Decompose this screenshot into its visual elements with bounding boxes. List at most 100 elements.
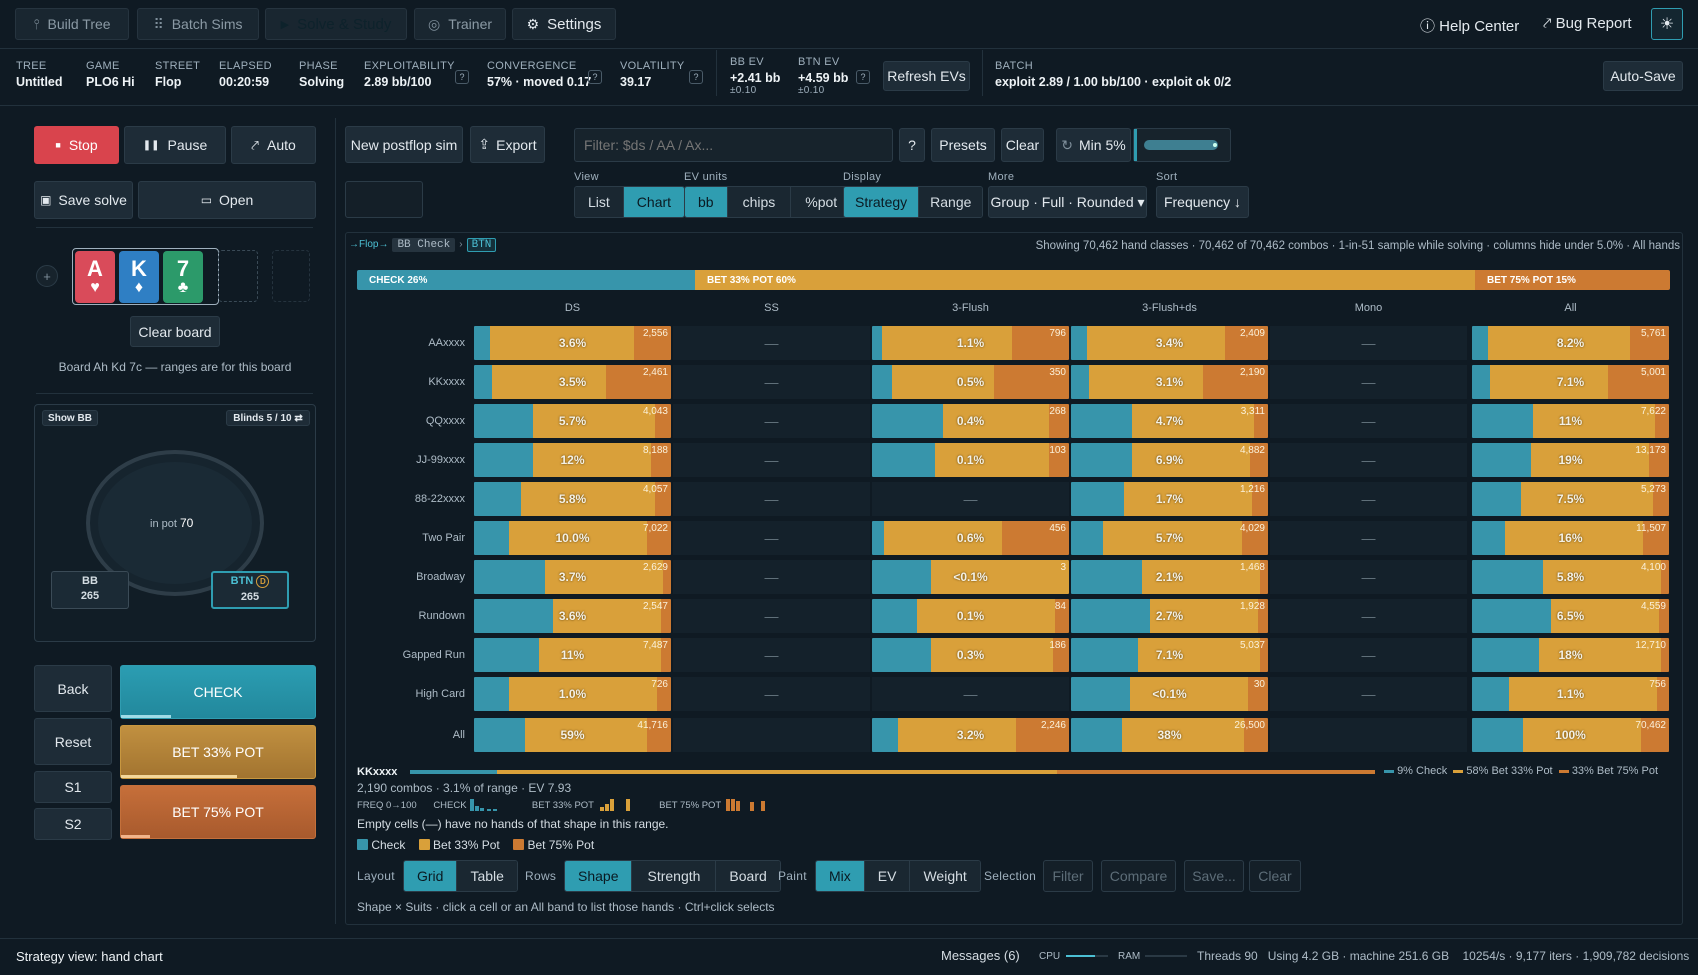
hand-cell[interactable]: 5.8% 4,100 [1472, 560, 1669, 594]
trainer-tab[interactable]: ◎ Trainer [414, 8, 506, 40]
hand-cell[interactable]: 0.1% 103 [872, 443, 1069, 477]
refresh-evs-button[interactable]: Refresh EVs [883, 61, 970, 91]
convergence-help-button[interactable]: ? [588, 70, 602, 84]
hand-cell[interactable]: 100% 70,462 [1472, 718, 1669, 752]
row-label[interactable]: Gapped Run [375, 649, 465, 661]
empty-card-slot[interactable] [272, 250, 310, 302]
hand-cell[interactable]: 12% 8,188 [474, 443, 671, 477]
hand-cell[interactable]: 5.8% 4,057 [474, 482, 671, 516]
empty-cell[interactable]: — [1270, 521, 1467, 555]
filter-help-button[interactable]: ? [899, 128, 925, 162]
hand-cell[interactable]: 6.5% 4,559 [1472, 599, 1669, 633]
empty-cell[interactable]: — [1270, 404, 1467, 438]
column-header[interactable]: Mono [1270, 302, 1467, 314]
solve-study-tab[interactable]: ▶ Solve & Study [265, 8, 407, 40]
blinds-button[interactable]: Blinds 5 / 10 ⇄ [226, 410, 310, 426]
hand-cell[interactable]: 10.0% 7,022 [474, 521, 671, 555]
rows-shape-option[interactable]: Shape [565, 861, 633, 891]
hand-cell[interactable]: 1.7% 1,216 [1071, 482, 1268, 516]
hand-cell[interactable]: 1.0% 726 [474, 677, 671, 711]
hand-cell[interactable]: 8.2% 5,761 [1472, 326, 1669, 360]
pause-button[interactable]: ❚❚ Pause [124, 126, 226, 164]
help-center-link[interactable]: ⓘ Help Center [1420, 15, 1519, 36]
rows-board-option[interactable]: Board [716, 861, 780, 891]
hand-cell[interactable]: 0.1% 84 [872, 599, 1069, 633]
clear-filter-button[interactable]: Clear [1001, 128, 1044, 162]
more-dropdown[interactable]: Group · Full · Rounded ▾ [988, 186, 1147, 218]
stop-button[interactable]: ■ Stop [34, 126, 119, 164]
new-postflop-sim-button[interactable]: New postflop sim [345, 126, 463, 163]
hand-cell[interactable]: <0.1% 3 [872, 560, 1069, 594]
column-header[interactable]: DS [474, 302, 671, 314]
selection-save-button[interactable]: Save... [1184, 860, 1244, 892]
check-action-button[interactable]: CHECK [120, 665, 316, 719]
hand-cell[interactable]: 4.7% 3,311 [1071, 404, 1268, 438]
hand-cell[interactable]: 3.4% 2,409 [1071, 326, 1268, 360]
hand-cell[interactable]: 5.7% 4,043 [474, 404, 671, 438]
column-header[interactable]: All [1472, 302, 1669, 314]
hand-cell[interactable]: 7.1% 5,001 [1472, 365, 1669, 399]
clear-board-button[interactable]: Clear board [130, 316, 220, 347]
s1-button[interactable]: S1 [34, 771, 112, 803]
row-label[interactable]: AAxxxx [375, 337, 465, 349]
hand-cell[interactable]: 11% 7,487 [474, 638, 671, 672]
hand-cell[interactable]: 3.2% 2,246 [872, 718, 1069, 752]
hand-cell[interactable]: 16% 11,507 [1472, 521, 1669, 555]
hand-cell[interactable]: 38% 26,500 [1071, 718, 1268, 752]
hand-cell[interactable]: 5.7% 4,029 [1071, 521, 1268, 555]
hand-cell[interactable]: 3.5% 2,461 [474, 365, 671, 399]
selection-filter-button[interactable]: Filter [1043, 860, 1093, 892]
show-bb-button[interactable]: Show BB [42, 410, 98, 426]
hand-cell[interactable]: 0.6% 456 [872, 521, 1069, 555]
layout-grid-option[interactable]: Grid [404, 861, 458, 891]
empty-cell[interactable]: — [872, 677, 1069, 711]
row-label[interactable]: JJ-99xxxx [375, 454, 465, 466]
hand-cell[interactable]: 3.1% 2,190 [1071, 365, 1268, 399]
display-range-option[interactable]: Range [919, 187, 983, 217]
empty-cell[interactable]: — [673, 404, 870, 438]
volatility-help-button[interactable]: ? [689, 70, 703, 84]
auto-save-button[interactable]: Auto-Save [1603, 61, 1683, 91]
hand-cell[interactable]: 1.1% 796 [872, 326, 1069, 360]
board-card[interactable]: 7 ♣ [163, 251, 203, 303]
empty-cell[interactable]: — [673, 521, 870, 555]
paint-ev-option[interactable]: EV [864, 861, 911, 891]
hand-cell[interactable]: 3.6% 2,547 [474, 599, 671, 633]
add-card-button[interactable]: + [36, 265, 58, 287]
empty-cell[interactable]: — [673, 326, 870, 360]
hand-cell[interactable]: 2.1% 1,468 [1071, 560, 1268, 594]
empty-cell[interactable]: — [1270, 326, 1467, 360]
row-label[interactable]: KKxxxx [375, 376, 465, 388]
paint-mix-option[interactable]: Mix [816, 861, 865, 891]
export-button[interactable]: ⇪ Export [470, 126, 545, 163]
bet-33-button[interactable]: BET 33% POT [120, 725, 316, 779]
min-threshold-button[interactable]: ↻ Min 5% [1056, 128, 1131, 162]
hand-cell[interactable]: <0.1% 30 [1071, 677, 1268, 711]
column-header[interactable]: 3-Flush [872, 302, 1069, 314]
hand-cell[interactable]: 1.1% 756 [1472, 677, 1669, 711]
empty-cell[interactable]: — [1270, 482, 1467, 516]
empty-cell[interactable]: — [1270, 599, 1467, 633]
bet-75-button[interactable]: BET 75% POT [120, 785, 316, 839]
hand-cell[interactable]: 19% 13,173 [1472, 443, 1669, 477]
ev-help-button[interactable]: ? [856, 70, 870, 84]
save-solve-button[interactable]: ▣ Save solve [34, 181, 133, 219]
empty-cell[interactable]: — [1270, 365, 1467, 399]
settings-tab[interactable]: ⚙ Settings [512, 8, 616, 40]
ev-chips-option[interactable]: chips [727, 187, 792, 217]
board-card[interactable]: K ♦ [119, 251, 159, 303]
empty-cell[interactable]: — [673, 443, 870, 477]
build-tree-tab[interactable]: ⫯ Build Tree [15, 8, 129, 40]
board-card[interactable]: A ♥ [75, 251, 115, 303]
hand-cell[interactable]: 18% 12,710 [1472, 638, 1669, 672]
row-label[interactable]: All [375, 729, 465, 741]
empty-cell[interactable]: — [673, 482, 870, 516]
hand-cell[interactable]: 0.5% 350 [872, 365, 1069, 399]
crumb-btn[interactable]: BTN [466, 238, 497, 252]
filter-input[interactable] [574, 128, 893, 162]
row-label[interactable]: Broadway [375, 571, 465, 583]
hand-cell[interactable]: 0.3% 186 [872, 638, 1069, 672]
selection-compare-button[interactable]: Compare [1101, 860, 1176, 892]
hand-cell[interactable]: 11% 7,622 [1472, 404, 1669, 438]
hand-cell[interactable]: 6.9% 4,882 [1071, 443, 1268, 477]
